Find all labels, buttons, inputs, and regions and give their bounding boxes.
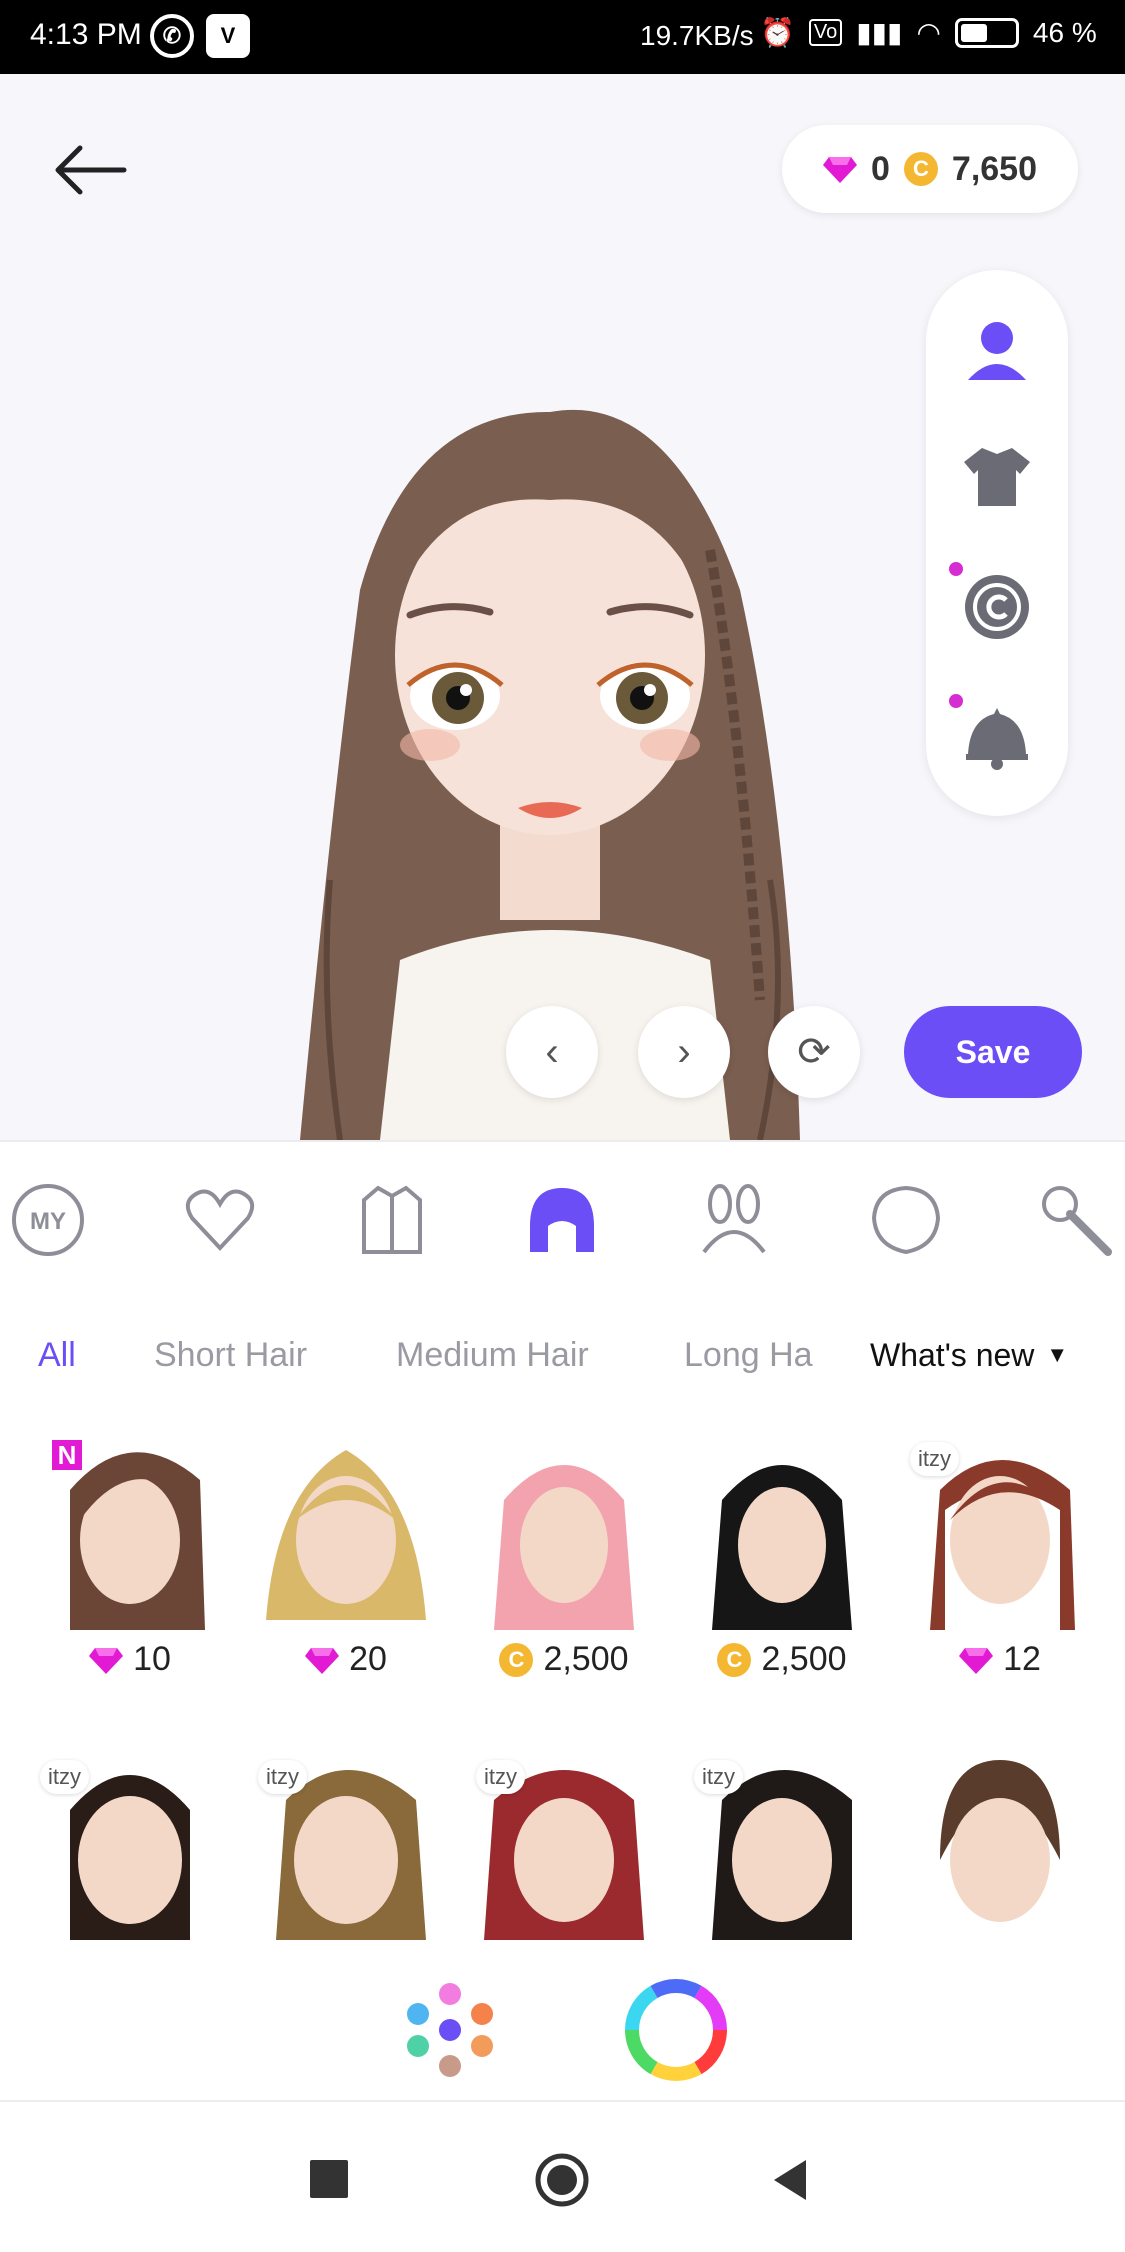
next-button[interactable]: ›: [638, 1006, 730, 1098]
item-price: C 2,500: [682, 1640, 882, 1679]
itzy-badge: itzy: [694, 1760, 743, 1794]
battery-level: 46 %: [1032, 16, 1097, 48]
hair-item[interactable]: [900, 1740, 1100, 1940]
alarm-icon: ⏰: [760, 17, 795, 48]
diamond-count: 0: [870, 149, 890, 188]
back-arrow-icon[interactable]: [50, 140, 130, 200]
itzy-badge: itzy: [910, 1442, 959, 1476]
svg-text:MY: MY: [30, 1208, 66, 1235]
shirt-icon[interactable]: [956, 434, 1038, 516]
itzy-badge: itzy: [476, 1760, 525, 1794]
my-icon[interactable]: MY: [8, 1180, 88, 1260]
tab-short-hair[interactable]: Short Hair: [154, 1336, 307, 1375]
status-time: 4:13 PM: [30, 18, 142, 51]
signal-icon: ▮▮▮: [856, 17, 903, 48]
copyright-icon[interactable]: [956, 566, 1038, 648]
network-speed: 19.7KB/s: [640, 20, 754, 51]
tab-medium-hair[interactable]: Medium Hair: [396, 1336, 589, 1375]
diamond-icon: [305, 1647, 340, 1674]
black-hijab-item[interactable]: [682, 1430, 882, 1630]
tab-all[interactable]: All: [38, 1336, 76, 1375]
v-app-icon: V: [206, 14, 250, 58]
palette-bar: [0, 1950, 1125, 2100]
sort-dropdown[interactable]: What's new ▼: [848, 1310, 1125, 1400]
diamond-icon: [822, 157, 857, 183]
face-shape-icon[interactable]: [866, 1180, 946, 1260]
category-bar: MY: [0, 1140, 1125, 1292]
side-menu: [926, 270, 1068, 816]
heart-icon[interactable]: [180, 1180, 260, 1260]
color-palette-icon[interactable]: [400, 1980, 500, 2080]
battery-icon: [954, 17, 1019, 48]
jacket-icon[interactable]: [352, 1180, 432, 1260]
bunny-ears-icon[interactable]: [694, 1180, 774, 1260]
diamond-icon: [959, 1647, 994, 1674]
sort-label: What's new: [870, 1336, 1035, 1373]
volte-icon: Vo: [808, 19, 843, 46]
coin-icon: C: [903, 152, 938, 186]
diamond-icon: [89, 1647, 124, 1674]
save-button[interactable]: Save: [904, 1006, 1082, 1098]
hair-icon[interactable]: [522, 1180, 602, 1260]
coin-icon: C: [499, 1642, 534, 1677]
item-grid-row-2: itzy itzy itzy itzy: [0, 1740, 1125, 1950]
item-price: 12: [900, 1640, 1100, 1679]
coin-icon: C: [717, 1642, 752, 1677]
item-grid-row-1: N 10 20 C 2,500 C 2,500 itzy 12: [0, 1430, 1125, 1730]
itzy-badge: itzy: [258, 1760, 307, 1794]
wifi-icon: ◠: [916, 17, 941, 48]
color-wheel-icon[interactable]: [622, 1976, 730, 2084]
back-nav-icon[interactable]: [770, 2158, 810, 2202]
recent-apps-icon[interactable]: [310, 2160, 348, 2198]
system-nav-bar: [0, 2100, 1125, 2252]
item-price: 10: [30, 1640, 230, 1679]
coin-count: 7,650: [951, 149, 1037, 188]
caret-down-icon: ▼: [1046, 1342, 1069, 1367]
currency-balance[interactable]: 0 C 7,650: [782, 125, 1078, 213]
new-badge: N: [52, 1440, 82, 1470]
item-price: C 2,500: [464, 1640, 664, 1679]
previous-button[interactable]: ‹: [506, 1006, 598, 1098]
tab-long-hair[interactable]: Long Ha: [684, 1336, 813, 1375]
pink-hijab-item[interactable]: [464, 1430, 664, 1630]
status-icons: ⏰ Vo ▮▮▮ ◠ 46 %: [760, 16, 1097, 49]
item-price: 20: [246, 1640, 446, 1679]
itzy-badge: itzy: [40, 1760, 89, 1794]
avatar-icon[interactable]: [956, 308, 1038, 390]
status-bar: 4:13 PM ✆ V 19.7KB/s ⏰ Vo ▮▮▮ ◠ 46 %: [0, 0, 1125, 74]
hair-item[interactable]: [246, 1430, 446, 1630]
bell-icon[interactable]: [956, 696, 1038, 778]
home-icon[interactable]: [534, 2152, 590, 2208]
whatsapp-icon: ✆: [150, 14, 194, 58]
notification-dot: [949, 562, 963, 576]
makeup-brush-icon[interactable]: [1036, 1180, 1116, 1260]
notification-dot: [949, 694, 963, 708]
reset-icon[interactable]: ⟳: [768, 1006, 860, 1098]
